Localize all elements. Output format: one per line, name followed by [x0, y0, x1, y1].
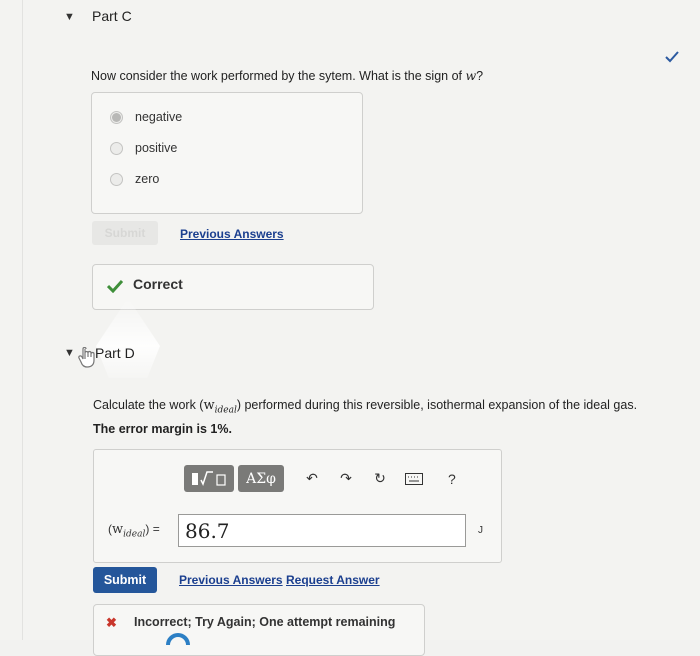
undo-icon[interactable]: ↶	[302, 469, 322, 489]
option-label: negative	[135, 110, 183, 124]
keyboard-icon[interactable]	[404, 469, 424, 489]
error-margin-text: The error margin is 1%.	[93, 422, 232, 436]
math-toolbar: ΑΣφ ↶ ↷ ↻ ?	[184, 465, 456, 492]
templates-icon	[192, 470, 226, 486]
templates-button[interactable]	[184, 465, 234, 492]
greek-symbols-button[interactable]: ΑΣφ	[238, 465, 284, 492]
hint-icon[interactable]	[164, 625, 192, 653]
request-answer-link[interactable]: Request Answer	[286, 573, 380, 587]
incorrect-x-icon: ✖	[106, 615, 117, 630]
help-button[interactable]: ?	[448, 471, 456, 487]
option-label: zero	[135, 172, 160, 186]
submit-button-disabled: Submit	[92, 221, 158, 245]
part-c-title: Part C	[92, 8, 132, 24]
previous-answers-link[interactable]: Previous Answers	[180, 227, 284, 241]
equation-label: (wideal) =	[108, 522, 160, 540]
part-c-question: Now consider the work performed by the s…	[91, 68, 484, 83]
option-negative[interactable]: negative	[110, 110, 182, 124]
reset-icon[interactable]: ↻	[370, 469, 390, 489]
unit-label: J	[478, 525, 483, 536]
collapse-caret-icon[interactable]: ▼	[64, 347, 75, 359]
answer-input[interactable]: 86.7	[178, 514, 466, 547]
page: ▼ Part C Now consider the work performed…	[0, 0, 700, 656]
incorrect-feedback: ✖ Incorrect; Try Again; One attempt rema…	[93, 604, 425, 656]
completed-check-icon	[665, 51, 679, 63]
radio-selected-icon[interactable]	[110, 110, 123, 124]
correct-feedback: Correct	[92, 264, 374, 310]
answer-choices: negative positive zero	[91, 92, 363, 214]
option-zero[interactable]: zero	[110, 172, 159, 186]
part-d-question: Calculate the work (wideal) performed du…	[93, 398, 638, 416]
radio-icon[interactable]	[110, 141, 123, 155]
correct-check-icon	[107, 279, 123, 293]
redo-icon[interactable]: ↷	[336, 469, 356, 489]
part-d-title: Part D	[95, 345, 135, 361]
option-positive[interactable]: positive	[110, 141, 177, 155]
option-label: positive	[135, 141, 178, 155]
submit-button[interactable]: Submit	[93, 567, 157, 593]
left-divider	[22, 0, 23, 640]
collapse-caret-icon[interactable]: ▼	[64, 11, 75, 23]
answer-input-area: ΑΣφ ↶ ↷ ↻ ? (wideal) = 86.7 J	[93, 449, 502, 563]
screen-glare	[96, 298, 160, 378]
previous-answers-link[interactable]: Previous Answers	[179, 573, 283, 587]
radio-icon[interactable]	[110, 172, 123, 186]
correct-text: Correct	[133, 276, 183, 292]
